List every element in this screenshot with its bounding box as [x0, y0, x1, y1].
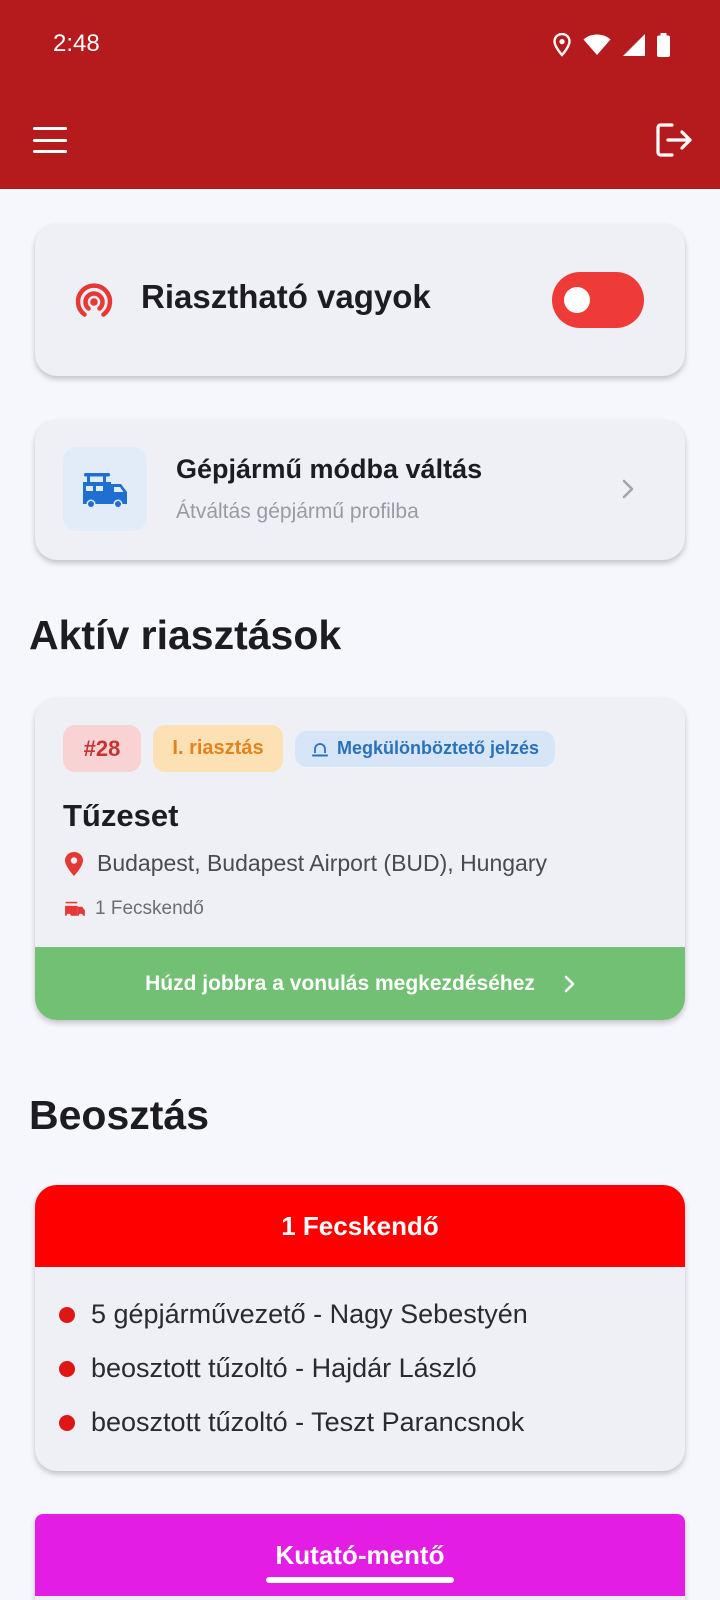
roster-card-search-rescue: Kutató-mentő [35, 1514, 685, 1600]
location-icon [553, 33, 571, 57]
bullet-dot [59, 1307, 75, 1323]
app-bar: 2:48 [0, 0, 720, 189]
roster-member-list: 5 gépjárművezető - Nagy Sebestyén beoszt… [59, 1299, 528, 1461]
emergency-signal-badge: Megkülönböztető jelzés [295, 730, 556, 767]
roster-member: 5 gépjárművezető - Nagy Sebestyén [59, 1299, 528, 1353]
status-time: 2:48 [53, 30, 100, 57]
fire-truck-icon [83, 473, 127, 509]
vehicle-mode-card[interactable]: Gépjármű módba váltás Átváltás gépjármű … [35, 420, 685, 560]
wifi-icon [583, 34, 611, 55]
bullet-dot [59, 1361, 75, 1377]
vehicle-mode-subtitle: Átváltás gépjármű profilba [176, 500, 419, 523]
roster-member-text: beosztott tűzoltó - Teszt Parancsnok [91, 1407, 525, 1437]
location-pin-icon [65, 851, 83, 876]
active-alarms-heading: Aktív riasztások [29, 612, 342, 658]
incident-address-text: Budapest, Budapest Airport (BUD), Hungar… [97, 850, 548, 876]
toggle-knob [564, 287, 590, 313]
battery-icon [657, 33, 670, 57]
roster-member: beosztott tűzoltó - Hajdár László [59, 1353, 528, 1407]
swipe-to-start-slider[interactable]: Húzd jobbra a vonulás megkezdéséhez [35, 947, 685, 1020]
chevron-right-icon [622, 479, 634, 499]
roster-group-header: Kutató-mentő [35, 1514, 685, 1596]
bullet-dot [59, 1415, 75, 1431]
roster-card: 1 Fecskendő 5 gépjárművezető - Nagy Sebe… [35, 1185, 685, 1471]
alarm-availability-toggle[interactable] [552, 272, 644, 328]
chevron-right-icon [564, 975, 575, 992]
fire-truck-icon [65, 901, 85, 918]
alarm-availability-card: Riasztható vagyok [35, 224, 685, 376]
incident-badges: #28 I. riasztás Megkülönböztető jelzés [63, 725, 556, 772]
cellular-signal-icon [623, 34, 645, 56]
menu-button[interactable] [30, 122, 70, 158]
incident-unit: 1 Fecskendő [63, 898, 204, 920]
incident-address: Budapest, Budapest Airport (BUD), Hungar… [63, 850, 547, 877]
alarm-level-badge: I. riasztás [153, 725, 283, 772]
roster-member-text: 5 gépjárművezető - Nagy Sebestyén [91, 1299, 528, 1329]
roster-member: beosztott tűzoltó - Teszt Parancsnok [59, 1407, 528, 1461]
alarm-availability-label: Riasztható vagyok [141, 278, 431, 315]
vehicle-mode-title: Gépjármű módba váltás [176, 454, 483, 484]
incident-id-badge: #28 [63, 725, 141, 772]
roster-group-header: 1 Fecskendő [35, 1185, 685, 1267]
emergency-signal-label: Megkülönböztető jelzés [337, 738, 540, 758]
incident-card[interactable]: #28 I. riasztás Megkülönböztető jelzés T… [35, 698, 685, 1020]
home-indicator[interactable] [266, 1577, 454, 1583]
roster-member-text: beosztott tűzoltó - Hajdár László [91, 1353, 477, 1383]
roster-heading: Beosztás [29, 1092, 210, 1138]
incident-unit-text: 1 Fecskendő [95, 898, 204, 919]
logout-button[interactable] [654, 120, 694, 160]
swipe-label: Húzd jobbra a vonulás megkezdéséhez [145, 971, 535, 995]
vehicle-icon-box [63, 447, 147, 531]
incident-title: Tűzeset [63, 798, 179, 833]
siren-icon [312, 742, 328, 756]
logout-icon [656, 123, 692, 157]
hamburger-menu-icon [33, 127, 67, 130]
status-icons [553, 33, 670, 57]
broadcast-icon [75, 283, 113, 317]
